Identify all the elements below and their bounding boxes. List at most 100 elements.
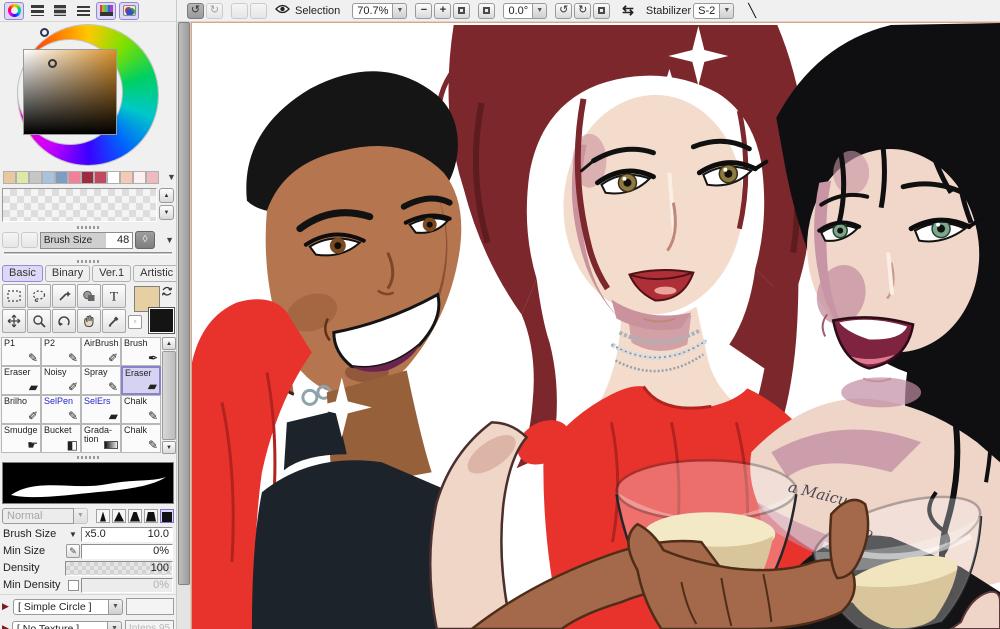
brush-eraser[interactable]: Eraser ▰ xyxy=(1,366,41,395)
shape-dropdown-arrow-icon[interactable]: ▼ xyxy=(109,598,123,615)
size-next-button[interactable] xyxy=(20,232,38,248)
stabilizer-value[interactable]: S-2 xyxy=(693,2,721,19)
selection-visibility-eye-icon[interactable] xyxy=(275,4,290,17)
shape-tool-button[interactable] xyxy=(77,284,101,308)
size-prev-button[interactable] xyxy=(2,232,19,248)
brush-spray[interactable]: Spray ✎ xyxy=(81,366,121,395)
sv-marker-icon[interactable] xyxy=(48,59,57,68)
brush-texture-value[interactable]: [ No Texture ] xyxy=(11,620,108,629)
edge-shape-sharpest-button[interactable] xyxy=(96,508,110,523)
brush-size-field-value[interactable]: 48 xyxy=(106,232,133,248)
brush-size-field[interactable]: Brush Size 48 xyxy=(39,231,134,249)
edge-shape-square-button[interactable] xyxy=(160,508,174,523)
redo-button[interactable]: ↻ xyxy=(206,2,223,19)
hsv-slider-toggle-button[interactable] xyxy=(50,2,70,20)
undo-button[interactable]: ↺ xyxy=(187,2,204,19)
swatch[interactable] xyxy=(42,170,55,184)
edge-shape-soft-button[interactable] xyxy=(144,508,158,523)
stabilizer-dropdown-arrow-icon[interactable]: ▼ xyxy=(720,2,735,19)
flip-horizontal-icon[interactable]: ⇆ xyxy=(622,2,634,19)
angle-combo[interactable]: 0.0° ▼ xyxy=(503,2,548,19)
brush-shape-value[interactable]: [ Simple Circle ] xyxy=(13,598,109,615)
rotate-reset-button[interactable] xyxy=(593,2,611,19)
rect-select-tool-button[interactable] xyxy=(2,284,26,308)
brush-gradation[interactable]: Grada-tion xyxy=(81,424,121,453)
hand-tool-button[interactable] xyxy=(77,309,101,333)
angle-dropdown-arrow-icon[interactable]: ▼ xyxy=(533,2,548,19)
swatch[interactable] xyxy=(55,170,68,184)
min-density-input[interactable]: 0% xyxy=(81,577,173,593)
swatch[interactable] xyxy=(133,170,146,184)
brush-chalk-2[interactable]: Chalk ✎ xyxy=(121,424,161,453)
invert-selection-button[interactable] xyxy=(250,2,267,19)
swatches-toggle-button[interactable] xyxy=(96,1,116,20)
swatch[interactable] xyxy=(107,170,120,184)
brush-selers[interactable]: SelErs ▰ xyxy=(81,395,121,424)
brush-eraser-selected[interactable]: Eraser ▰ xyxy=(121,366,161,395)
blend-mode-value[interactable]: Normal xyxy=(2,507,74,524)
blend-dropdown-arrow-icon[interactable]: ▼ xyxy=(74,507,88,524)
zoom-combo[interactable]: 70.7% ▼ xyxy=(352,2,408,19)
swatch[interactable] xyxy=(29,170,42,184)
hue-marker-icon[interactable] xyxy=(40,28,49,37)
swatch[interactable] xyxy=(120,170,133,184)
rotate-ccw-button[interactable]: ↺ xyxy=(555,2,573,19)
rotate-cw-button[interactable]: ↻ xyxy=(574,2,592,19)
brush-brush[interactable]: Brush ✒ xyxy=(121,337,161,366)
canvas-vertical-scrollbar[interactable] xyxy=(177,22,191,629)
tab-binary[interactable]: Binary xyxy=(44,265,91,282)
density-slider[interactable]: 100 xyxy=(65,560,173,576)
tab-ver1[interactable]: Ver.1 xyxy=(92,265,132,282)
gray-slider-toggle-button[interactable] xyxy=(73,2,93,20)
swatch-menu-arrow-icon[interactable]: ▼ xyxy=(167,172,176,182)
scratchpad-up-button[interactable]: ▲ xyxy=(159,188,174,203)
deselect-button[interactable] xyxy=(231,2,248,19)
magic-wand-tool-button[interactable] xyxy=(52,284,76,308)
eyedropper-tool-button[interactable] xyxy=(102,309,126,333)
tab-artistic[interactable]: Artistic xyxy=(133,265,176,282)
zoom-value[interactable]: 70.7% xyxy=(352,2,394,19)
min-size-input[interactable]: 0% xyxy=(81,543,173,559)
swap-colors-icon[interactable] xyxy=(161,285,173,300)
scratchpad-down-button[interactable]: ▼ xyxy=(159,205,174,220)
swatch[interactable] xyxy=(3,170,16,184)
scratchpad-toggle-button[interactable] xyxy=(119,1,139,20)
brush-chalk[interactable]: Chalk ✎ xyxy=(121,395,161,424)
stabilizer-combo[interactable]: S-2 ▼ xyxy=(693,2,735,19)
expand-arrow-icon[interactable]: ▶ xyxy=(2,601,10,612)
swatch[interactable] xyxy=(16,170,29,184)
zoom-dropdown-arrow-icon[interactable]: ▼ xyxy=(393,2,408,19)
drawing-canvas[interactable]: a Maicu Maio xyxy=(191,22,1000,629)
swatch[interactable] xyxy=(81,170,94,184)
brush-airbrush[interactable]: AirBrush ✐ xyxy=(81,337,121,366)
brush-selpen[interactable]: SelPen ✎ xyxy=(41,395,81,424)
text-tool-button[interactable]: T xyxy=(102,284,126,308)
angle-value[interactable]: 0.0° xyxy=(503,2,534,19)
brush-shape-combo[interactable]: [ Simple Circle ] ▼ xyxy=(13,598,123,615)
size-menu-arrow-icon[interactable]: ▼ xyxy=(165,235,174,245)
edge-shape-medium-button[interactable] xyxy=(128,508,142,523)
min-size-pen-button[interactable]: ✎ xyxy=(66,544,80,558)
brush-noisy[interactable]: Noisy ✐ xyxy=(41,366,81,395)
size-unit-dropdown-icon[interactable]: ▼ xyxy=(65,530,81,539)
rotate-tool-button[interactable] xyxy=(52,309,76,333)
tab-basic[interactable]: Basic xyxy=(2,265,43,282)
swatch[interactable] xyxy=(94,170,107,184)
eraser-toggle-button[interactable]: ◊ xyxy=(135,231,156,249)
brush-p1[interactable]: P1 ✎ xyxy=(1,337,41,366)
zoom-in-button[interactable]: + xyxy=(434,2,452,19)
edge-shape-sharp-button[interactable] xyxy=(112,508,126,523)
min-density-checkbox[interactable] xyxy=(67,579,79,591)
swatch[interactable] xyxy=(68,170,81,184)
expand-arrow-icon[interactable]: ▶ xyxy=(2,623,9,629)
brush-p2[interactable]: P2 ✎ xyxy=(41,337,81,366)
transparent-color-button[interactable]: ▫ xyxy=(128,315,142,329)
brush-scroll-down-button[interactable]: ▼ xyxy=(162,441,176,454)
brush-bucket[interactable]: Bucket ◧ xyxy=(41,424,81,453)
brush-scroll-thumb[interactable] xyxy=(162,351,176,440)
zoom-out-button[interactable]: − xyxy=(415,2,433,19)
blend-mode-combo[interactable]: Normal ▼ xyxy=(2,507,88,524)
secondary-color-swatch[interactable] xyxy=(148,307,175,334)
move-tool-button[interactable] xyxy=(2,309,26,333)
brush-texture-combo[interactable]: [ No Texture ] ▼ xyxy=(11,620,122,629)
